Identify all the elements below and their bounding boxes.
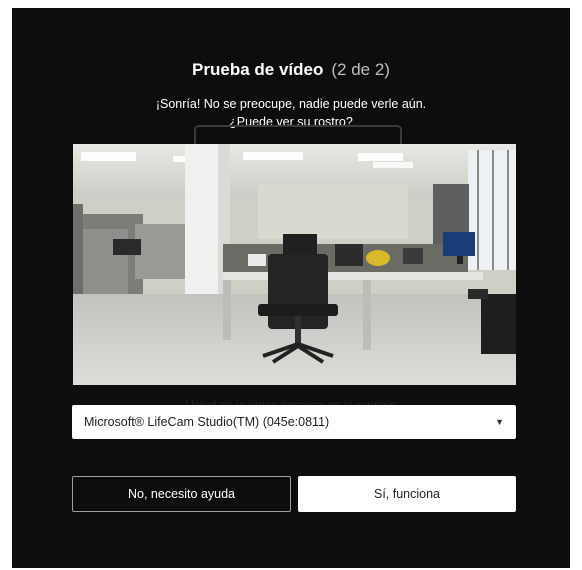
camera-select-value: Microsoft® LifeCam Studio(TM) (045e:0811… xyxy=(84,415,330,429)
need-help-button[interactable]: No, necesito ayuda xyxy=(72,476,291,512)
camera-preview-image xyxy=(73,144,516,385)
dialog-title: Prueba de vídeo xyxy=(192,60,324,79)
triangle-down-icon[interactable]: ▼ xyxy=(495,417,504,427)
camera-select[interactable]: Microsoft® LifeCam Studio(TM) (045e:0811… xyxy=(72,405,516,439)
video-test-dialog: Prueba de vídeo (2 de 2) ¡Sonría! No se p… xyxy=(12,8,570,568)
dialog-title-row: Prueba de vídeo (2 de 2) xyxy=(12,60,570,80)
step-indicator: (2 de 2) xyxy=(331,60,390,79)
subtitle-line-1: ¡Sonría! No se preocupe, nadie puede ver… xyxy=(155,97,427,111)
it-works-button[interactable]: Sí, funciona xyxy=(298,476,516,512)
camera-preview xyxy=(73,144,516,385)
